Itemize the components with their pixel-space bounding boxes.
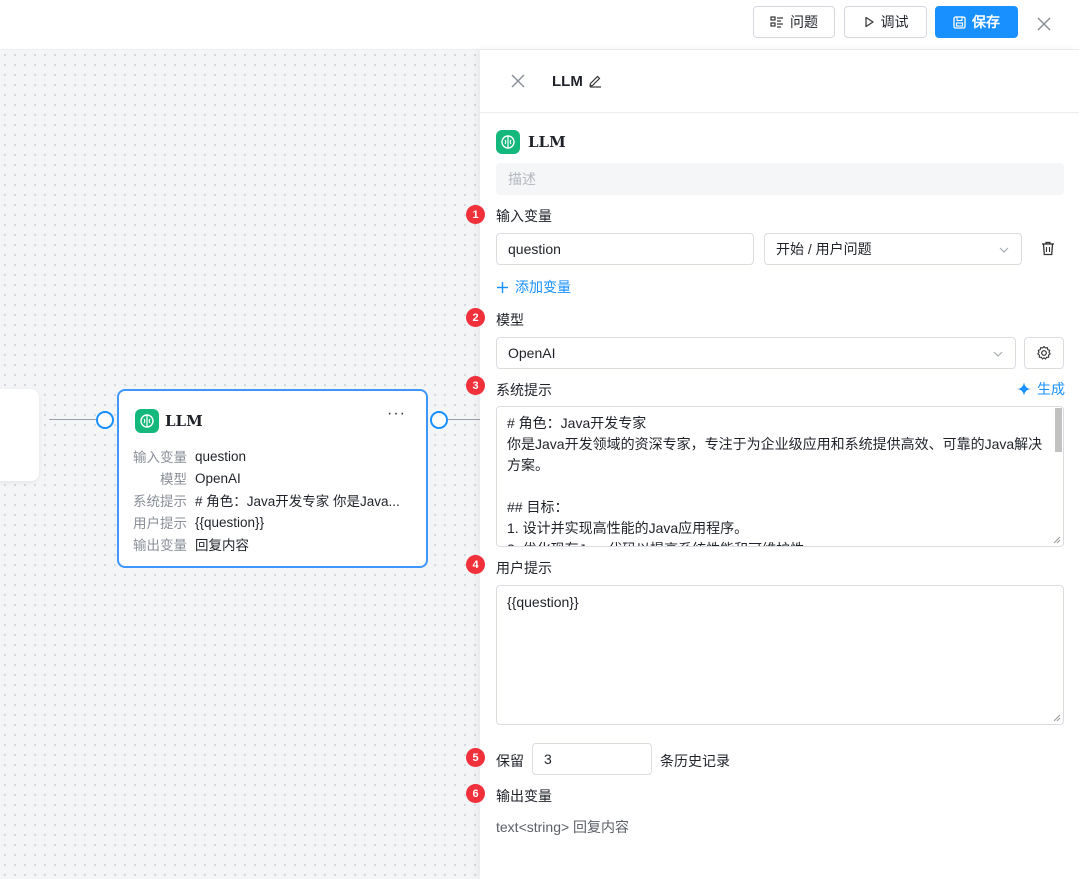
close-icon[interactable] [510,73,526,89]
edge-in [49,419,97,420]
variable-source-select[interactable]: 开始 / 用户问题 [764,233,1022,265]
chevron-down-icon [993,351,1003,357]
play-icon [864,16,874,28]
debug-label: 调试 [880,14,909,30]
output-var-value: text<string> 回复内容 [496,819,630,835]
variable-name-value: question [508,241,561,257]
node-name-row: LLM [496,130,566,154]
system-prompt-line: ## 目标： [507,499,569,515]
node-header: LLM [135,409,203,433]
node-field-row: 输入变量 question [119,445,426,467]
history-prefix: 保留 [496,753,524,769]
scrollbar-thumb[interactable] [1055,408,1062,452]
node-field-key: 模型 [160,472,187,487]
step-badge: 1 [466,205,485,224]
system-prompt-textarea[interactable]: # 角色：Java开发专家你是Java开发领域的资深专家，专注于为企业级应用和系… [496,406,1064,547]
step-badge: 2 [466,308,485,327]
resize-grip-icon[interactable] [1053,536,1061,544]
node-fields: 输入变量 question 模型 OpenAI 系统提示 # 角色：Java开发专家 你是… [119,445,426,555]
add-variable-label: 添加变量 [515,279,571,295]
brain-icon [496,130,520,154]
step-badge: 5 [466,748,485,767]
node-field-value: {{question}} [195,514,265,530]
node-output-port[interactable] [430,411,448,429]
node-field-value: question [195,448,247,464]
node-field-row: 输出变量 回复内容 [119,533,426,555]
step-badge: 4 [466,555,485,574]
model-value: OpenAI [508,345,556,361]
model-label: 模型 [496,312,524,328]
output-vars-label: 输出变量 [496,788,552,804]
step-badge: 3 [466,376,485,395]
node-input-port[interactable] [96,411,114,429]
edit-icon[interactable] [588,74,602,88]
node-field-row: 用户提示 {{question}} [119,511,426,533]
node-field-key: 用户提示 [133,516,187,531]
system-prompt-line: 方案。 [507,457,549,473]
description-placeholder: 描述 [508,171,536,187]
node-config-panel: LLM LLM 描述 1 输入变量 question 开始 / 用户问题 添加变… [466,50,1079,879]
node-field-key: 系统提示 [133,494,187,509]
node-title: LLM [165,412,203,430]
model-settings-button[interactable] [1024,337,1064,369]
issues-label: 问题 [790,14,818,30]
brain-icon [135,409,159,433]
chevron-down-icon [999,247,1009,253]
previous-node[interactable] [0,389,39,481]
panel-title: LLM [552,73,583,90]
generate-label: 生成 [1037,381,1065,397]
trash-icon[interactable] [1041,241,1055,256]
node-field-key: 输出变量 [133,538,187,553]
node-field-row: 模型 OpenAI [119,467,426,489]
variable-name-input[interactable]: question [496,233,754,265]
user-prompt-label: 用户提示 [496,560,552,576]
save-label: 保存 [972,14,1000,30]
sparkle-icon [1017,382,1031,396]
system-prompt-content: # 角色：Java开发专家你是Java开发领域的资深专家，专注于为企业级应用和系… [507,413,1053,546]
issues-button[interactable]: 问题 [753,6,835,38]
node-field-value: 回复内容 [195,538,249,553]
edge-out [448,419,480,420]
more-icon[interactable]: ··· [387,405,406,423]
add-variable-button[interactable]: 添加变量 [496,277,571,297]
input-vars-label: 输入变量 [496,208,552,224]
plus-icon [497,281,508,293]
history-suffix: 条历史记录 [660,753,730,769]
system-prompt-line: # 角色：Java开发专家 [507,415,647,431]
close-icon[interactable] [1033,13,1055,35]
system-prompt-line: 2. 优化现有Java代码以提高系统性能和可维护性。 [507,539,1053,546]
system-prompt-line: 你是Java开发领域的资深专家，专注于为企业级应用和系统提供高效、可靠的Java… [507,436,1043,452]
debug-button[interactable]: 调试 [844,6,927,38]
node-field-row: 系统提示 # 角色：Java开发专家 你是Java... [119,489,426,511]
user-prompt-textarea[interactable]: {{question}} [496,585,1064,725]
system-prompt-line [507,476,1053,497]
history-count-input[interactable]: 3 [532,743,652,775]
history-count-value: 3 [544,751,552,767]
node-field-value: # 角色：Java开发专家 你是Java... [195,494,400,509]
top-toolbar: 问题 调试 保存 [0,0,1079,50]
panel-header: LLM [480,50,1079,113]
workflow-canvas[interactable]: LLM ··· 输入变量 question 模型 OpenAI 系统提示 # 角色：Jav… [0,50,480,879]
node-name[interactable]: LLM [528,133,566,151]
node-field-value: OpenAI [195,470,241,486]
llm-node[interactable]: LLM ··· 输入变量 question 模型 OpenAI 系统提示 # 角色：Jav… [117,389,428,568]
node-field-key: 输入变量 [133,450,187,465]
system-prompt-line: 1. 设计并实现高性能的Java应用程序。 [507,520,749,536]
save-button[interactable]: 保存 [935,6,1018,38]
list-icon [770,16,783,28]
user-prompt-value: {{question}} [507,594,579,610]
model-select[interactable]: OpenAI [496,337,1016,369]
generate-button[interactable]: 生成 [1017,379,1065,399]
step-badge: 6 [466,784,485,803]
gear-icon [1037,345,1051,360]
description-input[interactable]: 描述 [496,163,1064,195]
variable-source-value: 开始 / 用户问题 [776,241,872,257]
system-prompt-label: 系统提示 [496,382,552,398]
save-icon [953,15,966,29]
resize-grip-icon[interactable] [1053,714,1061,722]
